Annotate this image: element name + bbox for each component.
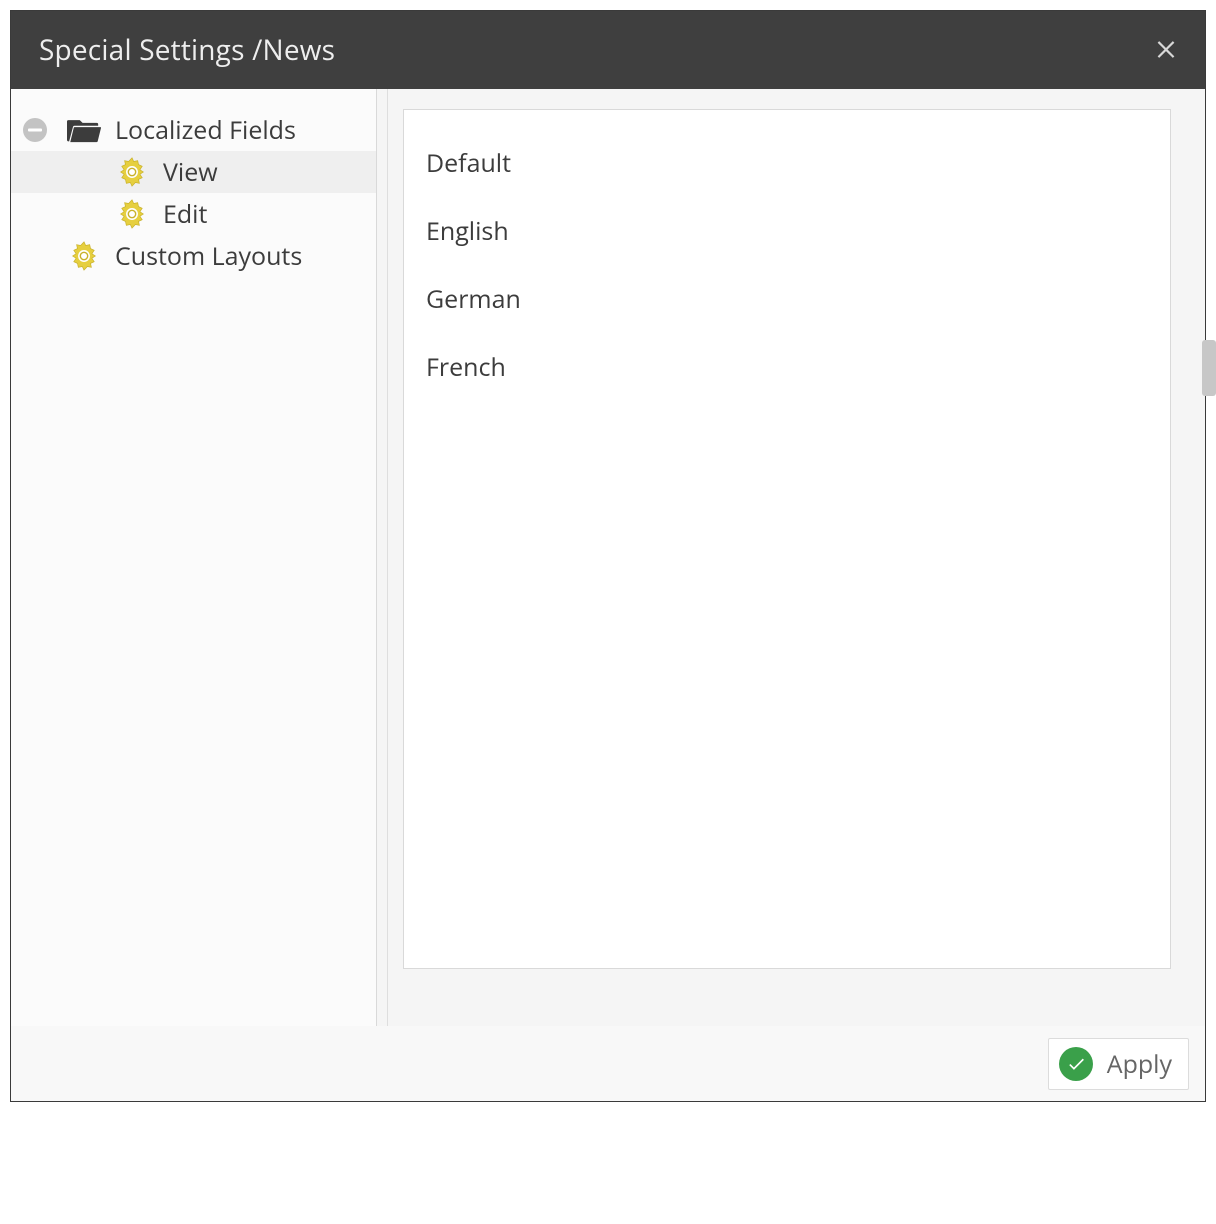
- tree-label: View: [163, 155, 218, 189]
- check-circle-icon: [1059, 1047, 1093, 1081]
- tree-item-view[interactable]: View: [11, 151, 376, 193]
- list-item[interactable]: German: [426, 268, 1148, 336]
- sidebar-tree: Localized Fields View: [11, 89, 377, 1026]
- list-item[interactable]: English: [426, 200, 1148, 268]
- panel-splitter[interactable]: [377, 89, 395, 1026]
- folder-open-icon: [67, 117, 101, 143]
- main-panel: Default English German French: [395, 89, 1205, 1026]
- tree-label: Localized Fields: [115, 113, 296, 147]
- dialog-footer: Apply: [11, 1026, 1205, 1101]
- list-item[interactable]: French: [426, 336, 1148, 404]
- tree-item-localized-fields[interactable]: Localized Fields: [11, 109, 376, 151]
- dialog-body: Localized Fields View: [11, 89, 1205, 1026]
- scrollbar-thumb[interactable]: [1202, 340, 1216, 396]
- apply-button-label: Apply: [1107, 1047, 1172, 1081]
- tree-label: Custom Layouts: [115, 239, 302, 273]
- special-settings-dialog: Special Settings /News Localized Fields: [10, 10, 1206, 1102]
- gear-icon: [115, 155, 149, 189]
- close-icon[interactable]: [1153, 35, 1179, 65]
- gear-icon: [67, 239, 101, 273]
- tree-item-edit[interactable]: Edit: [11, 193, 376, 235]
- language-list: Default English German French: [403, 109, 1171, 969]
- list-item[interactable]: Default: [426, 132, 1148, 200]
- dialog-title: Special Settings /News: [39, 31, 335, 69]
- dialog-header: Special Settings /News: [11, 11, 1205, 89]
- collapse-icon[interactable]: [23, 118, 47, 142]
- tree-label: Edit: [163, 197, 207, 231]
- apply-button[interactable]: Apply: [1048, 1038, 1189, 1090]
- gear-icon: [115, 197, 149, 231]
- tree-item-custom-layouts[interactable]: Custom Layouts: [11, 235, 376, 277]
